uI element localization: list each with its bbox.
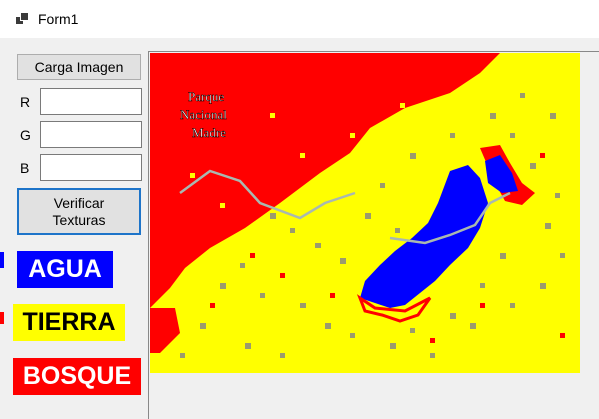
overlay-text-madre: Madre xyxy=(192,125,226,140)
b-label: B xyxy=(20,160,30,176)
app-window-icon xyxy=(15,12,29,26)
r-input[interactable] xyxy=(40,88,142,115)
legend-forest: BOSQUE xyxy=(13,358,141,395)
overlay-text-nacional: Nacional xyxy=(180,107,227,122)
r-label: R xyxy=(20,94,31,110)
classified-map-image: Parque Nacional Madre xyxy=(150,53,580,373)
g-label: G xyxy=(20,127,31,143)
b-input[interactable] xyxy=(40,154,142,181)
window-title: Form1 xyxy=(38,11,79,27)
g-input[interactable] xyxy=(40,121,142,148)
legend-water: AGUA xyxy=(17,251,113,288)
legend-land: TIERRA xyxy=(13,304,125,341)
load-image-button[interactable]: Carga Imagen xyxy=(17,54,141,80)
verify-textures-button[interactable]: Verificar Texturas xyxy=(17,188,141,235)
edge-mark-red xyxy=(0,312,4,324)
edge-mark-blue xyxy=(0,252,4,268)
title-bar: Form1 xyxy=(0,0,599,38)
overlay-text-parque: Parque xyxy=(188,89,224,104)
